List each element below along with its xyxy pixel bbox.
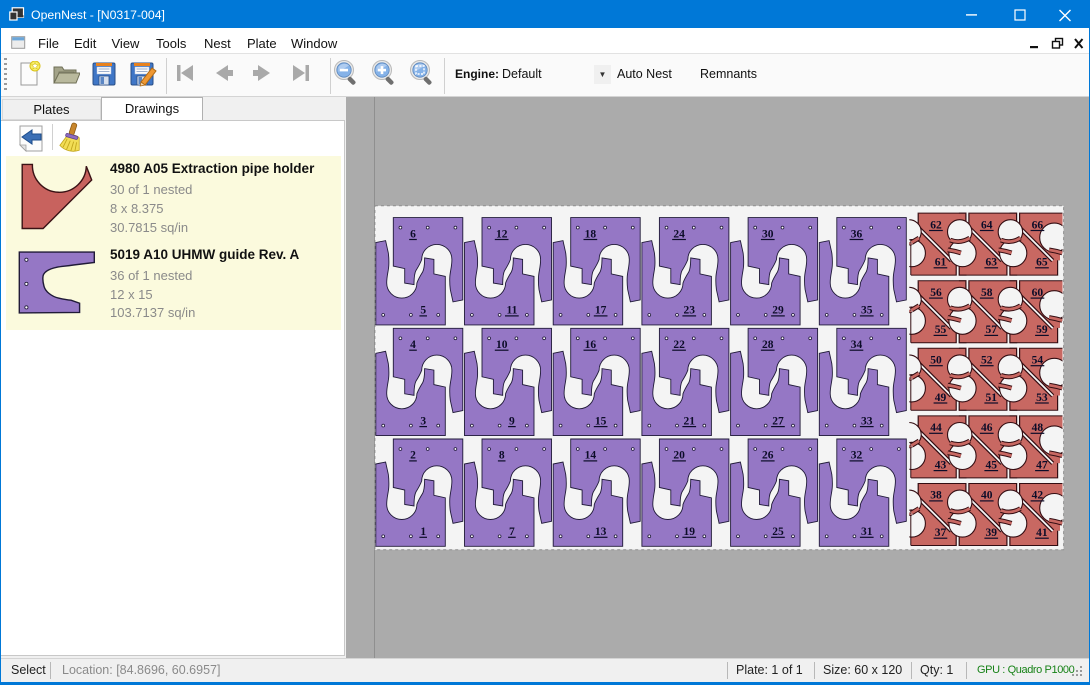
svg-text:30: 30 (762, 228, 774, 240)
svg-text:37: 37 (935, 527, 947, 539)
svg-text:14: 14 (585, 450, 597, 462)
svg-text:42: 42 (1032, 490, 1044, 502)
svg-text:23: 23 (684, 305, 696, 317)
svg-text:39: 39 (985, 527, 997, 539)
svg-text:44: 44 (930, 422, 942, 434)
svg-text:59: 59 (1036, 324, 1048, 336)
svg-text:13: 13 (595, 526, 607, 538)
svg-text:57: 57 (985, 324, 997, 336)
svg-text:60: 60 (1032, 287, 1044, 299)
svg-text:24: 24 (673, 228, 685, 240)
svg-text:9: 9 (509, 415, 515, 427)
svg-text:47: 47 (1036, 459, 1048, 471)
svg-text:6: 6 (410, 228, 416, 240)
svg-text:50: 50 (930, 355, 942, 367)
svg-text:53: 53 (1036, 392, 1048, 404)
svg-text:49: 49 (935, 392, 947, 404)
svg-text:4: 4 (410, 339, 416, 351)
svg-text:45: 45 (985, 459, 997, 471)
svg-text:11: 11 (506, 305, 517, 317)
svg-text:58: 58 (981, 287, 993, 299)
svg-text:62: 62 (930, 219, 942, 231)
svg-text:8: 8 (499, 450, 505, 462)
svg-text:5: 5 (420, 305, 426, 317)
svg-text:54: 54 (1032, 355, 1044, 367)
svg-text:18: 18 (585, 228, 597, 240)
svg-text:35: 35 (861, 305, 873, 317)
svg-text:56: 56 (930, 287, 942, 299)
svg-text:12: 12 (496, 228, 508, 240)
svg-text:32: 32 (851, 450, 863, 462)
svg-text:34: 34 (851, 339, 863, 351)
svg-text:46: 46 (981, 422, 993, 434)
svg-text:3: 3 (420, 415, 426, 427)
svg-text:19: 19 (684, 526, 696, 538)
svg-text:1: 1 (420, 526, 426, 538)
svg-text:21: 21 (684, 415, 696, 427)
svg-text:43: 43 (935, 459, 947, 471)
svg-text:28: 28 (762, 339, 774, 351)
svg-text:33: 33 (861, 415, 873, 427)
svg-text:29: 29 (772, 305, 784, 317)
svg-text:48: 48 (1032, 422, 1044, 434)
svg-text:65: 65 (1036, 257, 1048, 269)
svg-text:52: 52 (981, 355, 993, 367)
svg-text:2: 2 (410, 450, 416, 462)
svg-text:7: 7 (509, 526, 515, 538)
svg-text:26: 26 (762, 450, 774, 462)
svg-text:36: 36 (851, 228, 863, 240)
svg-text:66: 66 (1032, 219, 1044, 231)
svg-text:41: 41 (1036, 527, 1048, 539)
svg-text:64: 64 (981, 219, 993, 231)
svg-text:40: 40 (981, 490, 993, 502)
svg-text:20: 20 (673, 450, 685, 462)
svg-text:27: 27 (772, 415, 784, 427)
svg-text:51: 51 (985, 392, 997, 404)
svg-text:31: 31 (861, 526, 873, 538)
svg-text:61: 61 (935, 257, 947, 269)
svg-text:22: 22 (673, 339, 685, 351)
svg-text:10: 10 (496, 339, 508, 351)
svg-text:17: 17 (595, 305, 607, 317)
svg-text:25: 25 (772, 526, 784, 538)
svg-text:55: 55 (935, 324, 947, 336)
svg-text:15: 15 (595, 415, 607, 427)
svg-text:16: 16 (585, 339, 597, 351)
svg-text:38: 38 (930, 490, 942, 502)
svg-text:63: 63 (985, 257, 997, 269)
